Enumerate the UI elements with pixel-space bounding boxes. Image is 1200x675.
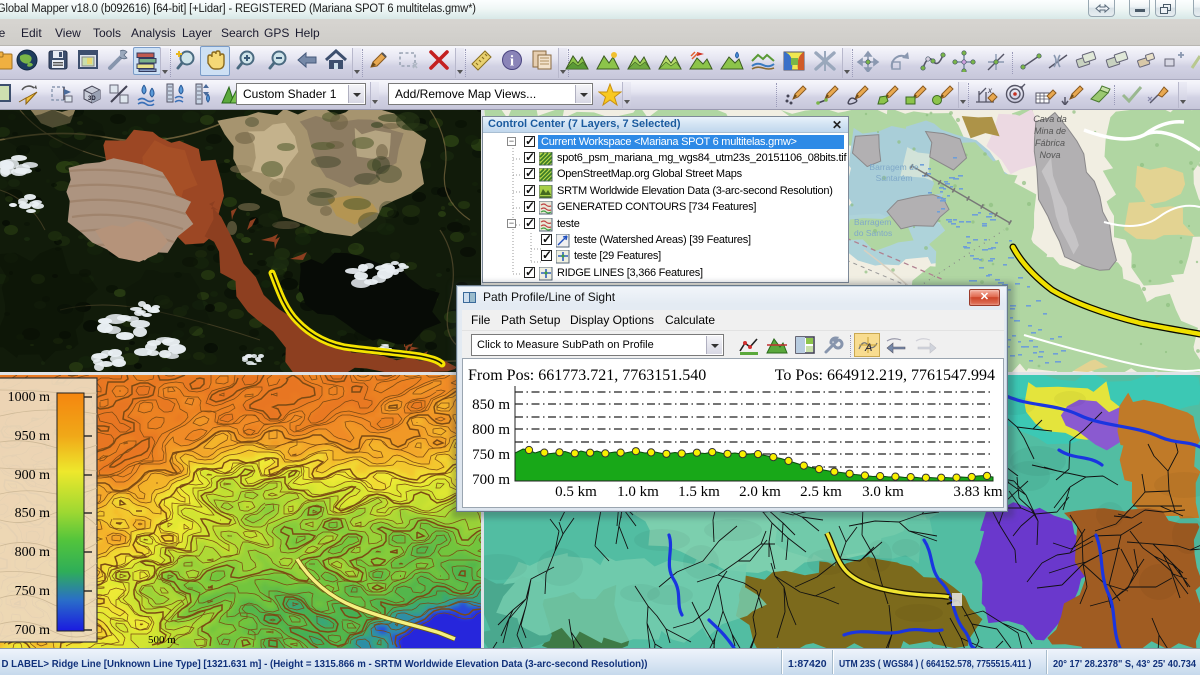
svg-text:950 m: 950 m xyxy=(15,429,51,444)
svg-text:A: A xyxy=(864,342,872,354)
svg-text:Barragem: Barragem xyxy=(854,217,891,227)
svg-text:750 m: 750 m xyxy=(472,447,510,463)
svg-text:700 m: 700 m xyxy=(15,623,51,638)
svg-text:700 m: 700 m xyxy=(472,472,510,488)
svg-text:1.5 km: 1.5 km xyxy=(678,484,720,500)
svg-text:3.83 km: 3.83 km xyxy=(953,484,1003,500)
svg-text:To Pos: 664912.219, 7761547.99: To Pos: 664912.219, 7761547.994 xyxy=(775,367,995,384)
svg-text:2.5 km: 2.5 km xyxy=(800,484,842,500)
svg-text:1000 m: 1000 m xyxy=(8,390,51,405)
svg-text:i: i xyxy=(510,54,514,70)
svg-text:750 m: 750 m xyxy=(15,584,51,599)
svg-text:850 m: 850 m xyxy=(472,397,510,413)
svg-text:do Santos: do Santos xyxy=(854,228,892,238)
svg-text:Cava da: Cava da xyxy=(1033,114,1067,124)
svg-text:900 m: 900 m xyxy=(15,468,51,483)
svg-text:Santarém: Santarém xyxy=(876,173,913,183)
svg-text:800 m: 800 m xyxy=(472,422,510,438)
svg-text:3D: 3D xyxy=(88,96,96,102)
svg-text:From Pos: 661773.721, 7763151.: From Pos: 661773.721, 7763151.540 xyxy=(468,367,706,384)
svg-text:Nova: Nova xyxy=(1039,150,1060,160)
svg-text:Mina de: Mina de xyxy=(1034,126,1066,136)
svg-text:3.0 km: 3.0 km xyxy=(862,484,904,500)
svg-text:1.0 km: 1.0 km xyxy=(617,484,659,500)
svg-text:Barragem de: Barragem de xyxy=(869,162,918,172)
svg-text:2.0 km: 2.0 km xyxy=(739,484,781,500)
svg-text:850 m: 850 m xyxy=(15,506,51,521)
svg-text:0.5 km: 0.5 km xyxy=(555,484,597,500)
svg-text:800 m: 800 m xyxy=(15,545,51,560)
svg-text:Fábrica: Fábrica xyxy=(1035,138,1065,148)
svg-text:500 m: 500 m xyxy=(148,634,176,646)
